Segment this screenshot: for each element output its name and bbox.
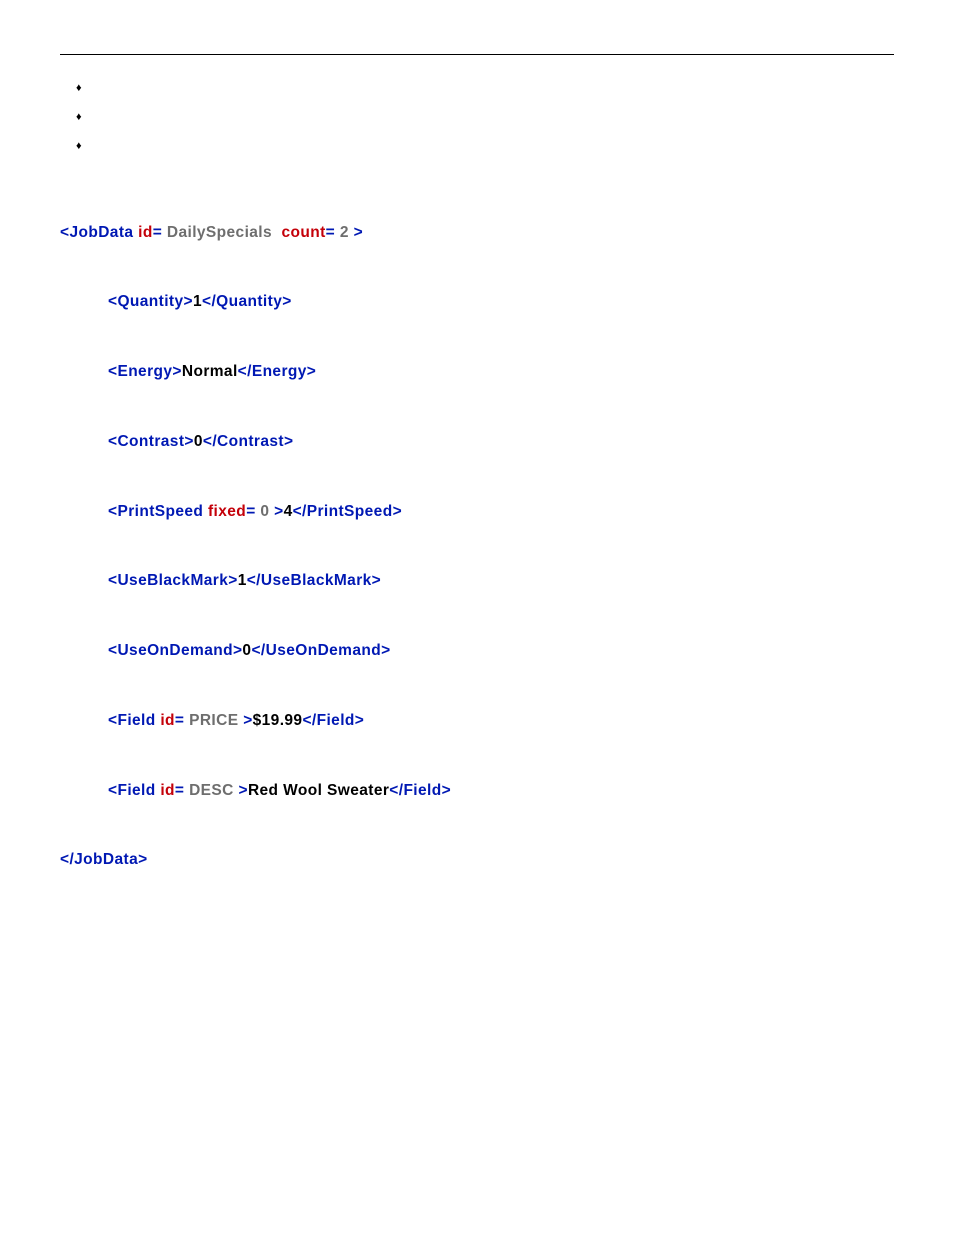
xml-line-quantity: <Quantity>1</Quantity> [60,290,894,313]
xml-tag-open-end: > [274,503,283,520]
xml-tag: </Contrast> [203,433,294,450]
xml-attr-value: DESC [189,782,234,799]
xml-tag: <UseOnDemand> [108,642,242,659]
xml-tag: <Quantity> [108,293,193,310]
bullet-list [76,83,894,152]
xml-block: <JobData id= DailySpecials count= 2 > <Q… [60,174,894,918]
xml-line-printspeed: <PrintSpeed fixed= 0 >4</PrintSpeed> [60,500,894,523]
xml-attr-value: DailySpecials [167,224,272,241]
xml-attr-name: fixed [208,503,246,520]
xml-tag-open: <PrintSpeed [108,503,203,520]
xml-tag: </PrintSpeed> [293,503,402,520]
xml-value: 4 [284,503,293,520]
horizontal-rule [60,54,894,55]
xml-line-energy: <Energy>Normal</Energy> [60,360,894,383]
xml-attr-name: count [281,224,325,241]
xml-tag: </Field> [389,782,451,799]
xml-attr-name: id [160,712,175,729]
xml-attr-name: id [138,224,153,241]
xml-tag-open: <JobData [60,224,133,241]
xml-line-useondemand: <UseOnDemand>0</UseOnDemand> [60,639,894,662]
xml-line-field-price: <Field id= PRICE >$19.99</Field> [60,709,894,732]
xml-eq: = [326,224,335,241]
xml-line-contrast: <Contrast>0</Contrast> [60,430,894,453]
xml-value: $19.99 [253,712,303,729]
xml-eq: = [175,712,184,729]
xml-tag-open: <Field [108,712,156,729]
xml-value: Red Wool Sweater [248,782,389,799]
bullet-item [76,112,894,123]
xml-tag-open: <Field [108,782,156,799]
xml-attr-name: id [160,782,175,799]
xml-value: Normal [182,363,238,380]
page: <JobData id= DailySpecials count= 2 > <Q… [0,0,954,1235]
xml-line-jobdata-open: <JobData id= DailySpecials count= 2 > [60,221,894,244]
xml-tag: </UseOnDemand> [251,642,390,659]
xml-attr-value: 0 [260,503,269,520]
xml-tag: </Field> [302,712,364,729]
xml-tag-close: </JobData> [60,851,148,868]
xml-tag: </Quantity> [202,293,292,310]
xml-value: 1 [193,293,202,310]
xml-line-useblackmark: <UseBlackMark>1</UseBlackMark> [60,569,894,592]
xml-eq: = [246,503,255,520]
xml-tag: <Energy> [108,363,182,380]
xml-tag-open-end: > [243,712,252,729]
xml-eq: = [153,224,162,241]
xml-tag: <UseBlackMark> [108,572,238,589]
xml-tag-open-end: > [238,782,247,799]
xml-tag: </UseBlackMark> [247,572,381,589]
xml-attr-value: PRICE [189,712,238,729]
xml-value: 1 [238,572,247,589]
xml-line-jobdata-close: </JobData> [60,848,894,871]
xml-attr-value: 2 [340,224,349,241]
xml-value: 0 [194,433,203,450]
xml-line-field-desc: <Field id= DESC >Red Wool Sweater</Field… [60,779,894,802]
xml-eq: = [175,782,184,799]
bullet-item [76,83,894,94]
xml-tag: <Contrast> [108,433,194,450]
xml-tag: </Energy> [238,363,317,380]
xml-tag-open-end: > [354,224,363,241]
bullet-item [76,141,894,152]
